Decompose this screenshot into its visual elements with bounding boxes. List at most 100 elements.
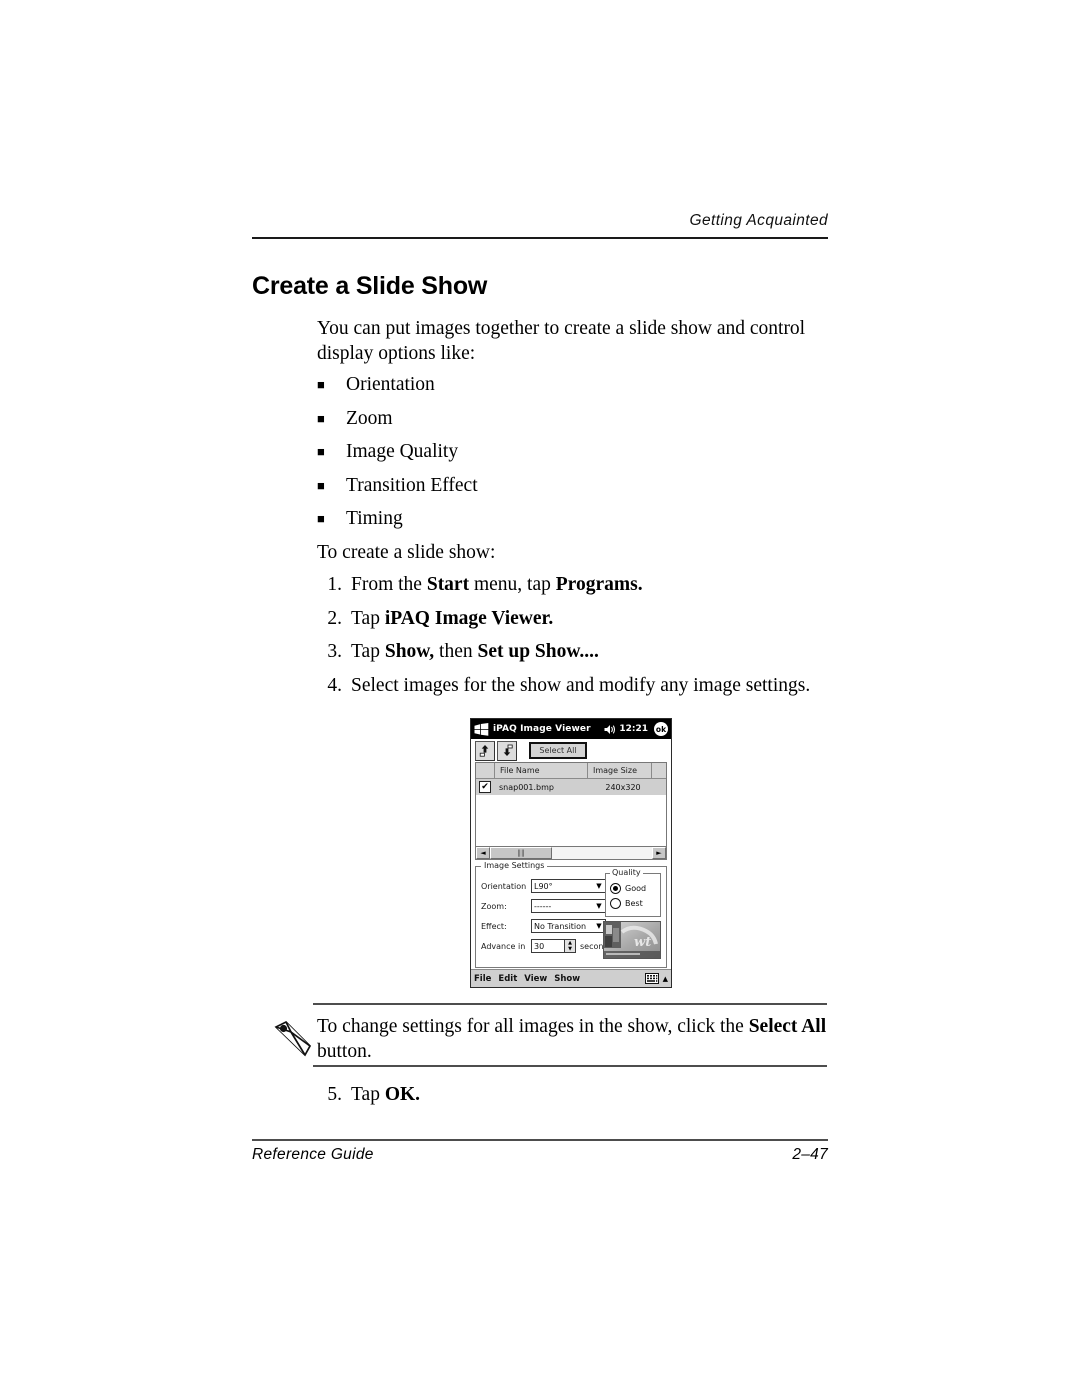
folder-down-icon: [503, 744, 513, 756]
page-number: 2–47: [792, 1146, 828, 1163]
plain-text: From the: [351, 574, 427, 595]
list-item: ■ Zoom: [317, 406, 817, 440]
advance-in-label: Advance in: [481, 941, 526, 951]
footer-guide-name: Reference Guide: [252, 1146, 374, 1163]
page-footer: Reference Guide 2–47: [252, 1146, 828, 1164]
emphasis-text: Select All: [748, 1016, 827, 1037]
procedure-steps-list: 1. From the Start menu, tap Programs. 2. Ta…: [317, 574, 837, 708]
windows-logo-icon: [474, 722, 489, 736]
image-preview-thumbnail: wt: [603, 921, 661, 959]
horizontal-scrollbar[interactable]: ◄ ‖‖ ►: [475, 847, 667, 860]
keyboard-icon[interactable]: [644, 973, 659, 984]
note-rule-top: [313, 1003, 827, 1005]
bullet-marker-icon: ■: [317, 511, 325, 526]
file-list-table[interactable]: File Name Image Size ✔ snap001.bmp 240x3…: [475, 762, 667, 847]
setting-dropdown[interactable]: ------ ▼: [531, 899, 606, 913]
quality-good-label: Good: [625, 884, 647, 893]
cell-image-size: 240x320: [605, 782, 641, 792]
folder-up-button[interactable]: [475, 740, 495, 761]
radio-good-icon[interactable]: [610, 883, 621, 894]
plain-text: Tap: [351, 607, 385, 629]
menu-item-show[interactable]: Show: [554, 974, 580, 984]
pda-toolbar: Select All: [471, 739, 671, 762]
image-settings-group: Image Settings Orientation L90° ▼ Zoom: ----…: [475, 861, 667, 968]
menu-item-file[interactable]: File: [474, 974, 491, 984]
quality-group: Quality Good Best: [605, 868, 661, 917]
step-text: Tap iPAQ Image Viewer.: [342, 608, 553, 630]
pda-title-bar: iPAQ Image Viewer 12:21 ok: [471, 719, 671, 739]
scroll-left-arrow-icon[interactable]: ◄: [476, 847, 490, 859]
plain-text: Tap: [351, 641, 385, 662]
advance-in-input[interactable]: 30: [531, 939, 565, 953]
step-text: Tap OK.: [342, 1084, 420, 1106]
note-rule-bottom: [313, 1065, 827, 1067]
setting-dropdown[interactable]: No Transition ▼: [531, 919, 606, 933]
step-text: Tap Show, then Set up Show....: [342, 641, 599, 663]
spin-down-icon[interactable]: ▼: [568, 946, 572, 952]
quality-best-label: Best: [625, 899, 643, 908]
plain-text: Tap: [351, 1084, 385, 1105]
chevron-down-icon[interactable]: ▼: [593, 882, 605, 890]
table-row[interactable]: ✔ snap001.bmp 240x320: [476, 779, 666, 795]
setting-dropdown[interactable]: L90° ▼: [531, 879, 606, 893]
step-number: 5.: [327, 1084, 342, 1105]
scrollbar-grip-icon: ‖‖: [517, 849, 525, 857]
chevron-down-icon[interactable]: ▼: [593, 902, 605, 910]
dropdown-value: No Transition: [534, 921, 587, 931]
menu-up-arrow-icon[interactable]: ▲: [663, 975, 668, 983]
to-create-line: To create a slide show:: [317, 542, 496, 563]
intro-paragraph: You can put images together to create a …: [317, 318, 806, 364]
bullet-marker-icon: ■: [317, 377, 325, 392]
image-settings-legend: Image Settings: [481, 861, 548, 870]
svg-text:wt: wt: [634, 935, 651, 950]
row-checkbox-cell[interactable]: ✔: [476, 781, 494, 793]
bullet-marker-icon: ■: [317, 410, 325, 426]
row-checkbox[interactable]: ✔: [479, 781, 491, 793]
column-header-image-size[interactable]: Image Size: [588, 763, 652, 778]
running-header-text: Getting Acquainted: [689, 212, 828, 229]
cell-file-name: snap001.bmp: [499, 782, 554, 792]
ipaq-image-viewer-screenshot: iPAQ Image Viewer 12:21 ok Select All Fi…: [470, 718, 672, 988]
plain-text: To change settings for all images in the…: [317, 1016, 749, 1037]
advance-in-spin-buttons[interactable]: ▲ ▼: [565, 939, 576, 953]
speaker-icon[interactable]: [604, 724, 616, 735]
menu-item-edit[interactable]: Edit: [498, 974, 517, 984]
emphasis-text: iPAQ Image Viewer.: [384, 607, 554, 629]
scroll-right-arrow-icon[interactable]: ►: [652, 847, 666, 859]
step-number: 3.: [327, 641, 342, 662]
list-item: ■ Transition Effect: [317, 473, 817, 507]
radio-selected-dot: [613, 886, 618, 891]
radio-best-icon[interactable]: [610, 898, 621, 909]
emphasis-text: Programs.: [555, 574, 643, 595]
step-text: From the Start menu, tap Programs.: [342, 574, 643, 596]
advance-in-stepper[interactable]: 30 ▲ ▼ seconds: [531, 939, 613, 953]
procedure-step: 2. Tap iPAQ Image Viewer.: [317, 608, 837, 642]
procedure-step: 4. Select images for the show and modify …: [317, 675, 837, 709]
quality-option-good[interactable]: Good: [606, 881, 660, 896]
folder-down-button[interactable]: [497, 740, 517, 761]
note-text: To change settings for all images in the…: [317, 1014, 827, 1064]
dropdown-value: ------: [534, 901, 552, 911]
page-title: Create a Slide Show: [252, 272, 488, 300]
emphasis-text: OK.: [384, 1084, 421, 1105]
feature-bullet-list: ■ Orientation ■ Zoom ■ Image Quality ■ Transiti…: [317, 372, 817, 540]
list-item: ■ Image Quality: [317, 439, 817, 473]
setting-label: Orientation: [481, 881, 527, 891]
bullet-label: Orientation: [346, 374, 435, 395]
column-header-spacer: [652, 763, 666, 778]
scrollbar-thumb[interactable]: ‖‖: [490, 847, 552, 859]
thumbnail-image: wt: [604, 922, 660, 958]
setting-label: Effect:: [481, 921, 507, 931]
pda-ok-button[interactable]: ok: [654, 722, 668, 736]
document-page: Getting Acquainted Create a Slide Show Y…: [0, 0, 1080, 1397]
pda-menu-bar: File Edit View Show ▲: [471, 969, 671, 987]
emphasis-text: Set up Show....: [477, 641, 599, 662]
select-all-button[interactable]: Select All: [529, 742, 587, 759]
menu-item-view[interactable]: View: [524, 974, 547, 984]
scrollbar-track[interactable]: [552, 847, 652, 859]
bullet-label: Zoom: [346, 407, 393, 429]
quality-option-best[interactable]: Best: [606, 896, 660, 911]
bullet-label: Timing: [346, 508, 403, 529]
running-header: Getting Acquainted: [252, 212, 828, 230]
column-header-file-name[interactable]: File Name: [495, 763, 588, 778]
